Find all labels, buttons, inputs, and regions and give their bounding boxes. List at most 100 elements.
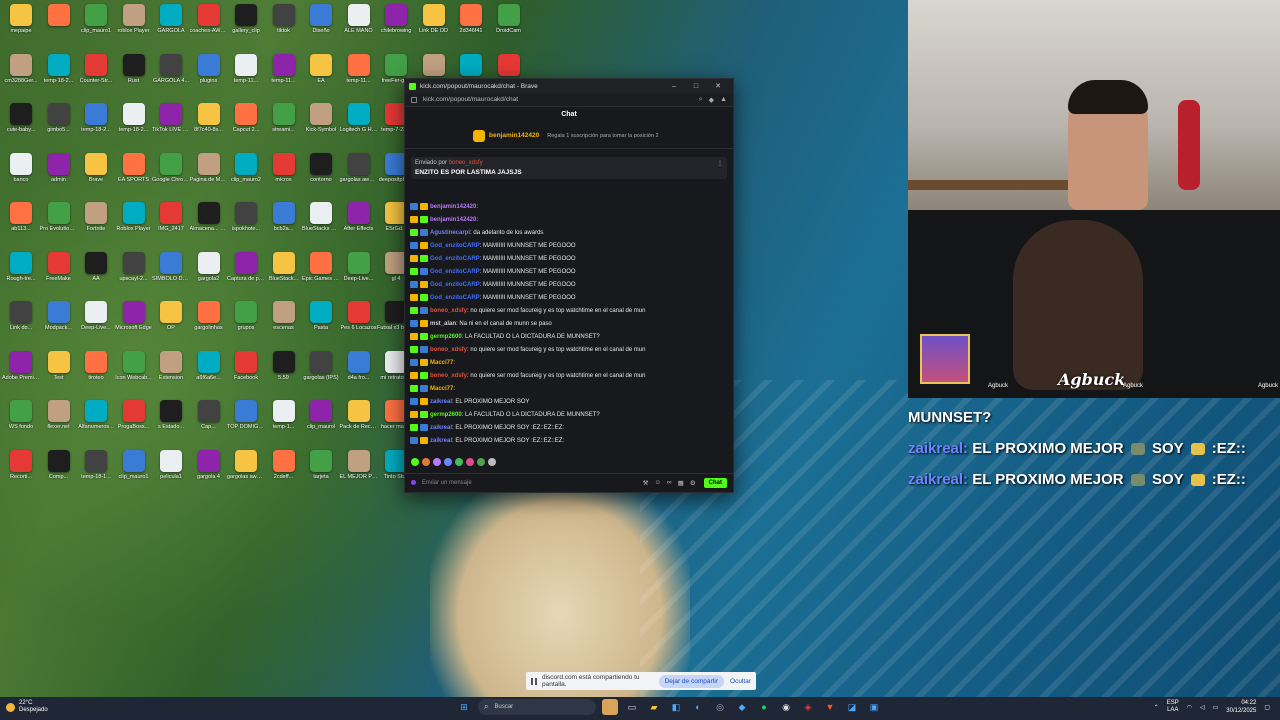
- desktop-icon[interactable]: Fortnite: [77, 202, 115, 232]
- chat-username[interactable]: zaikreal: [430, 438, 452, 444]
- desktop-icon[interactable]: Rough-tre...: [2, 251, 40, 282]
- desktop-icon[interactable]: bcb2a...: [265, 202, 303, 232]
- chat-message[interactable]: boneo_xdsfy: no quiere ser mod facureig …: [410, 305, 728, 318]
- desktop-icon[interactable]: Adobe Premiere: [2, 350, 40, 381]
- desktop-icon[interactable]: 5.59: [265, 350, 303, 381]
- emote-icon[interactable]: [411, 458, 419, 466]
- desktop-icon[interactable]: ispokhote...: [227, 202, 265, 232]
- desktop-icon[interactable]: EA SPORTS: [115, 152, 153, 183]
- desktop-icon[interactable]: EA: [302, 53, 340, 84]
- desktop-icon[interactable]: WS fondo: [2, 400, 40, 430]
- desktop-icon[interactable]: Kick-Symbol: [302, 103, 340, 133]
- chat-username[interactable]: boneo_xdsfy: [430, 347, 467, 353]
- url-text[interactable]: kick.com/popout/maurocakd/chat: [423, 96, 693, 103]
- desktop-icon[interactable]: micros: [265, 152, 303, 183]
- gifter-username[interactable]: benjamin142420: [489, 132, 539, 139]
- language-indicator[interactable]: ESP LAA: [1167, 700, 1179, 714]
- desktop-icon[interactable]: Cap...: [190, 400, 228, 430]
- desktop-icon[interactable]: Deep-Live...: [340, 251, 378, 282]
- desktop-icon[interactable]: gallery_clip: [227, 4, 265, 34]
- chat-message[interactable]: zaikreal: EL PROXIMO MEJOR SOY :EZ::EZ::…: [410, 435, 728, 448]
- desktop-icon[interactable]: Alfanumeros...: [77, 400, 115, 430]
- emote-icon[interactable]: [477, 458, 485, 466]
- file-explorer-icon[interactable]: ▰: [646, 699, 662, 715]
- desktop-icon[interactable]: Link do...: [2, 301, 40, 331]
- browser-titlebar[interactable]: kick.com/popout/maurocakd/chat - Brave –…: [405, 79, 733, 93]
- desktop-icon[interactable]: IMG_2417: [152, 202, 190, 232]
- desktop-icon[interactable]: gargolas awards: [340, 152, 378, 183]
- desktop-icon[interactable]: temp-11...: [265, 53, 303, 84]
- sub-gift-banner[interactable]: benjamin142420 Regala 1 suscripción para…: [405, 123, 733, 149]
- desktop-icon[interactable]: AA: [77, 251, 115, 282]
- chat-username[interactable]: Agustinecarpi: [430, 230, 470, 236]
- desktop-icon[interactable]: 2cdeff...: [265, 449, 303, 480]
- desktop-icon[interactable]: Pasta: [302, 301, 340, 331]
- emote-icon[interactable]: [466, 458, 474, 466]
- spotify-icon[interactable]: ●: [756, 699, 772, 715]
- desktop-icon[interactable]: Recorti...: [2, 449, 40, 480]
- desktop-icon[interactable]: s Estado...: [152, 400, 190, 430]
- notification-icon[interactable]: ▢: [1264, 704, 1270, 711]
- hide-button[interactable]: Ocultar: [730, 678, 751, 685]
- start-icon[interactable]: ⊞: [456, 699, 472, 715]
- desktop-icon[interactable]: Pro Evolution Soccer 6: [40, 202, 78, 232]
- desktop-icon[interactable]: DroidCam: [490, 4, 528, 34]
- desktop-icon[interactable]: gargolinhas: [190, 301, 228, 331]
- chat-username[interactable]: boneo_xdsfy: [430, 373, 467, 379]
- desktop-icon[interactable]: SIMBOLO DE...: [152, 251, 190, 282]
- desktop-icon[interactable]: chilebrowing: [377, 4, 415, 34]
- gift-prompt[interactable]: Regala 1 suscripción para tomar la posic…: [547, 133, 658, 139]
- chat-message-list[interactable]: benjamin142420: benjamin142420: Agustine…: [405, 201, 733, 453]
- send-chat-button[interactable]: Chat: [703, 477, 727, 488]
- chat-message[interactable]: God_enzitoCARP: MAMIIIII MUNNSET ME PEGO…: [410, 240, 728, 253]
- desktop-icon[interactable]: ALE MANO: [340, 4, 378, 34]
- brave-shield-icon[interactable]: ◆: [709, 96, 714, 104]
- chat-message[interactable]: Macci77:: [410, 357, 728, 370]
- taskbar-apps[interactable]: ⊞ ⌕ Buscar ▭ ▰ ◧ ◐ ◎ ◆ ● ◉ ◈ ▼ ◪ ▣: [456, 699, 882, 715]
- desktop-icon[interactable]: Pagina de Medos.ai: [190, 152, 228, 183]
- wifi-icon[interactable]: ◠: [1187, 704, 1192, 711]
- emote-quickbar[interactable]: [405, 455, 502, 469]
- address-bar[interactable]: kick.com/popout/maurocakd/chat ⌕ ◆ ▲: [405, 93, 733, 107]
- chat-message[interactable]: God_enzitoCARP: MAMIIIII MUNNSET ME PEGO…: [410, 279, 728, 292]
- desktop-icon[interactable]: banco: [2, 152, 40, 183]
- desktop-icon[interactable]: escenas: [265, 301, 303, 331]
- volume-icon[interactable]: ◁: [1200, 704, 1205, 711]
- chat-username[interactable]: germp2600: [430, 334, 462, 340]
- desktop-icon[interactable]: BlueStack...: [265, 251, 303, 282]
- desktop-icon[interactable]: flexer.net: [40, 400, 78, 430]
- desktop-icon[interactable]: Link DE OD: [415, 4, 453, 34]
- desktop-icon[interactable]: Google Chrome: [152, 152, 190, 183]
- desktop-icon[interactable]: Rust: [115, 53, 153, 84]
- obs-icon[interactable]: ◉: [778, 699, 794, 715]
- desktop-icon[interactable]: plugins: [190, 53, 228, 84]
- emote-icon[interactable]: [444, 458, 452, 466]
- weather-widget[interactable]: 22°C Despejado: [6, 700, 48, 714]
- store-icon[interactable]: ◧: [668, 699, 684, 715]
- chat-username[interactable]: God_enzitoCARP: [430, 256, 480, 262]
- chat-message[interactable]: Agustinecarpi: da adelanto de los awards: [410, 227, 728, 240]
- app-icon[interactable]: ◪: [844, 699, 860, 715]
- chat-message[interactable]: Macci77:: [410, 383, 728, 396]
- desktop-icon[interactable]: 8f7c40-8s...: [190, 103, 228, 133]
- stop-sharing-button[interactable]: Dejar de compartir: [658, 674, 725, 688]
- desktop-icon[interactable]: gargolas (IPS): [302, 350, 340, 381]
- desktop-icon[interactable]: Modpack...: [40, 301, 78, 331]
- steam-icon[interactable]: ◎: [712, 699, 728, 715]
- chevron-up-icon[interactable]: ⌃: [1154, 704, 1159, 711]
- desktop-icon[interactable]: gargolas awards: [227, 449, 265, 480]
- message-input[interactable]: Enviar un mensaje: [422, 480, 637, 486]
- desktop-icon[interactable]: Diseño: [302, 4, 340, 34]
- taskbar-search[interactable]: ⌕ Buscar: [478, 699, 596, 715]
- emote-icon[interactable]: [433, 458, 441, 466]
- brave-icon[interactable]: ▼: [822, 699, 838, 715]
- maximize-icon[interactable]: □: [685, 83, 707, 90]
- desktop-icon[interactable]: Roblox Player: [115, 202, 153, 232]
- chat-username[interactable]: Macci77: [430, 360, 453, 366]
- desktop-icon[interactable]: tiktok: [265, 4, 303, 34]
- chat-message[interactable]: mst_alan: Na ni en el canal de munn se p…: [410, 318, 728, 331]
- chat-username[interactable]: benjamin142420: [430, 204, 476, 210]
- desktop-icon[interactable]: Epic Games Launcher: [302, 251, 340, 282]
- close-icon[interactable]: ✕: [707, 82, 729, 90]
- desktop-icon[interactable]: temp-11...: [227, 53, 265, 84]
